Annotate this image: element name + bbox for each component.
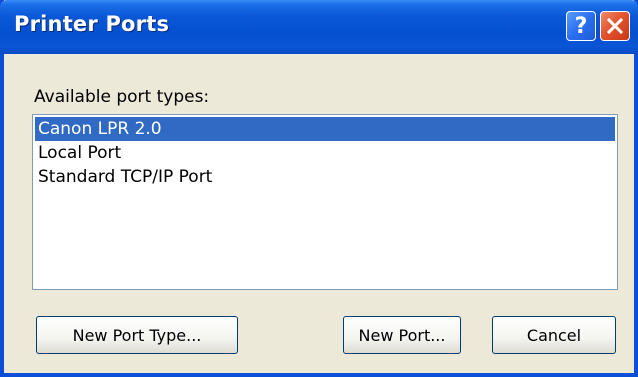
cancel-button[interactable]: Cancel bbox=[492, 316, 616, 354]
new-port-button[interactable]: New Port... bbox=[343, 316, 461, 354]
printer-ports-dialog: Printer Ports ? Available port types: Ca… bbox=[0, 0, 638, 377]
close-button[interactable] bbox=[600, 11, 630, 41]
help-button[interactable]: ? bbox=[566, 11, 596, 41]
title-bar[interactable]: Printer Ports ? bbox=[0, 0, 638, 54]
new-port-type-button[interactable]: New Port Type... bbox=[36, 316, 238, 354]
dialog-title: Printer Ports bbox=[14, 12, 170, 36]
list-item-standard-tcpip-port[interactable]: Standard TCP/IP Port bbox=[35, 165, 615, 189]
list-item-canon-lpr[interactable]: Canon LPR 2.0 bbox=[35, 117, 615, 141]
port-types-list[interactable]: Canon LPR 2.0 Local Port Standard TCP/IP… bbox=[32, 114, 618, 290]
close-icon bbox=[606, 17, 624, 35]
available-port-types-label: Available port types: bbox=[34, 87, 210, 107]
list-item-local-port[interactable]: Local Port bbox=[35, 141, 615, 165]
help-icon: ? bbox=[574, 13, 588, 39]
